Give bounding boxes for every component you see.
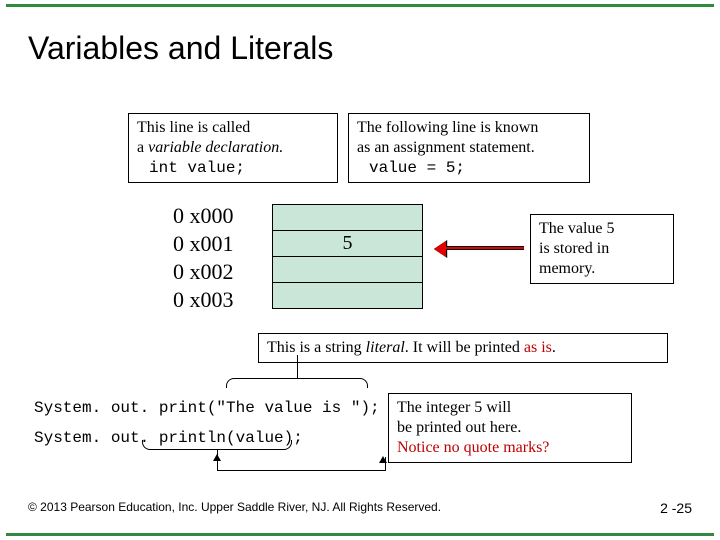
text: The following line is known (357, 118, 581, 138)
brace-icon (142, 440, 292, 450)
callout-variable-declaration: This line is called a variable declarati… (128, 113, 338, 183)
connector-line (217, 450, 218, 470)
arrowhead-icon (379, 452, 387, 463)
connector-line (217, 470, 385, 471)
code-line: System. out. print("The value is "); (34, 393, 380, 423)
code: int value; (137, 158, 329, 178)
callout-integer-printed: The integer 5 will be printed out here. … (388, 393, 632, 463)
text: This line is called (137, 118, 329, 138)
addr: 0 x002 (173, 258, 234, 286)
memory-address-column: 0 x000 0 x001 0 x002 0 x003 (173, 202, 234, 314)
memory-cell (273, 283, 423, 309)
addr: 0 x001 (173, 230, 234, 258)
decor-top-rule (6, 4, 714, 7)
memory-cells: 5 (272, 204, 423, 309)
text: The integer 5 will (397, 398, 623, 418)
memory-cell-value: 5 (273, 231, 423, 257)
callout-stored-in-memory: The value 5 is stored in memory. (530, 214, 674, 284)
code: value = 5; (357, 158, 581, 178)
memory-cell (273, 205, 423, 231)
text: a variable declaration. (137, 138, 329, 158)
callout-assignment-statement: The following line is known as an assign… (348, 113, 590, 183)
addr: 0 x003 (173, 286, 234, 314)
text: memory. (539, 259, 665, 279)
text: The value 5 (539, 219, 665, 239)
arrow-icon (438, 246, 524, 250)
text: be printed out here. (397, 418, 623, 438)
addr: 0 x000 (173, 202, 234, 230)
brace-icon (226, 378, 368, 388)
decor-bottom-rule (6, 533, 714, 536)
page-title: Variables and Literals (28, 30, 333, 67)
memory-cell (273, 257, 423, 283)
text: as an assignment statement. (357, 138, 581, 158)
footer-copyright: © 2013 Pearson Education, Inc. Upper Sad… (28, 500, 441, 514)
text: is stored in (539, 239, 665, 259)
callout-string-literal: This is a string literal. It will be pri… (258, 333, 668, 363)
footer-page-number: 2 -25 (660, 500, 692, 516)
text: Notice no quote marks? (397, 438, 623, 458)
